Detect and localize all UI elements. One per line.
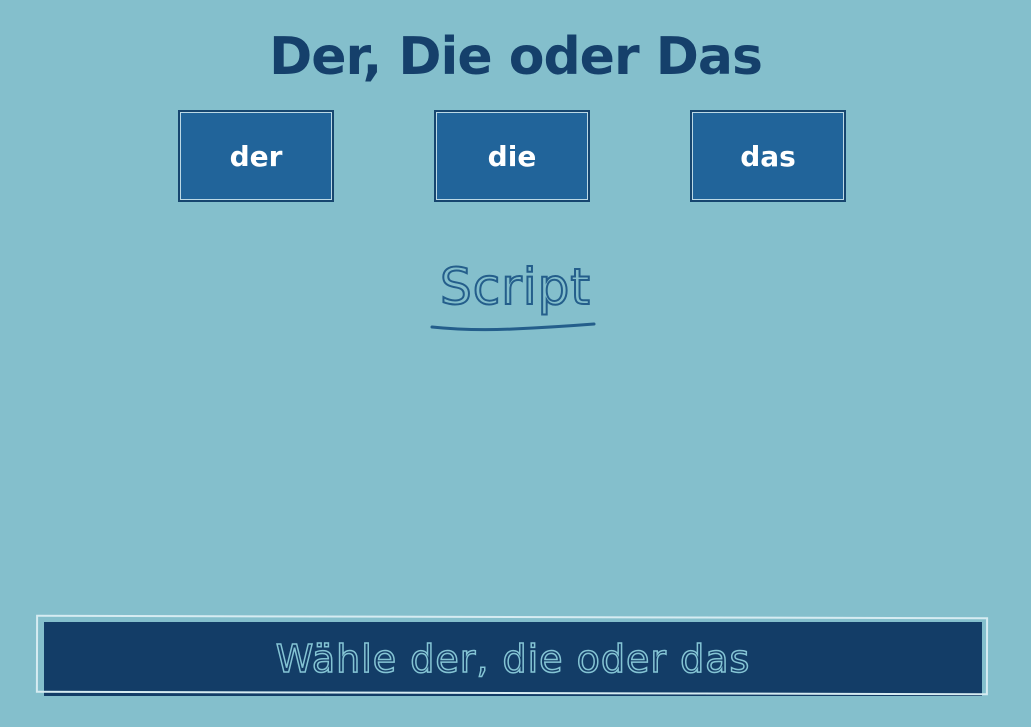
game-title: Der, Die oder Das <box>269 27 763 87</box>
das-button[interactable]: das <box>690 110 846 202</box>
der-button[interactable]: der <box>178 110 334 202</box>
die-button[interactable]: die <box>434 110 590 202</box>
current-word: Script <box>439 257 592 317</box>
feedback-outline <box>35 614 989 696</box>
word-underline <box>430 322 596 332</box>
